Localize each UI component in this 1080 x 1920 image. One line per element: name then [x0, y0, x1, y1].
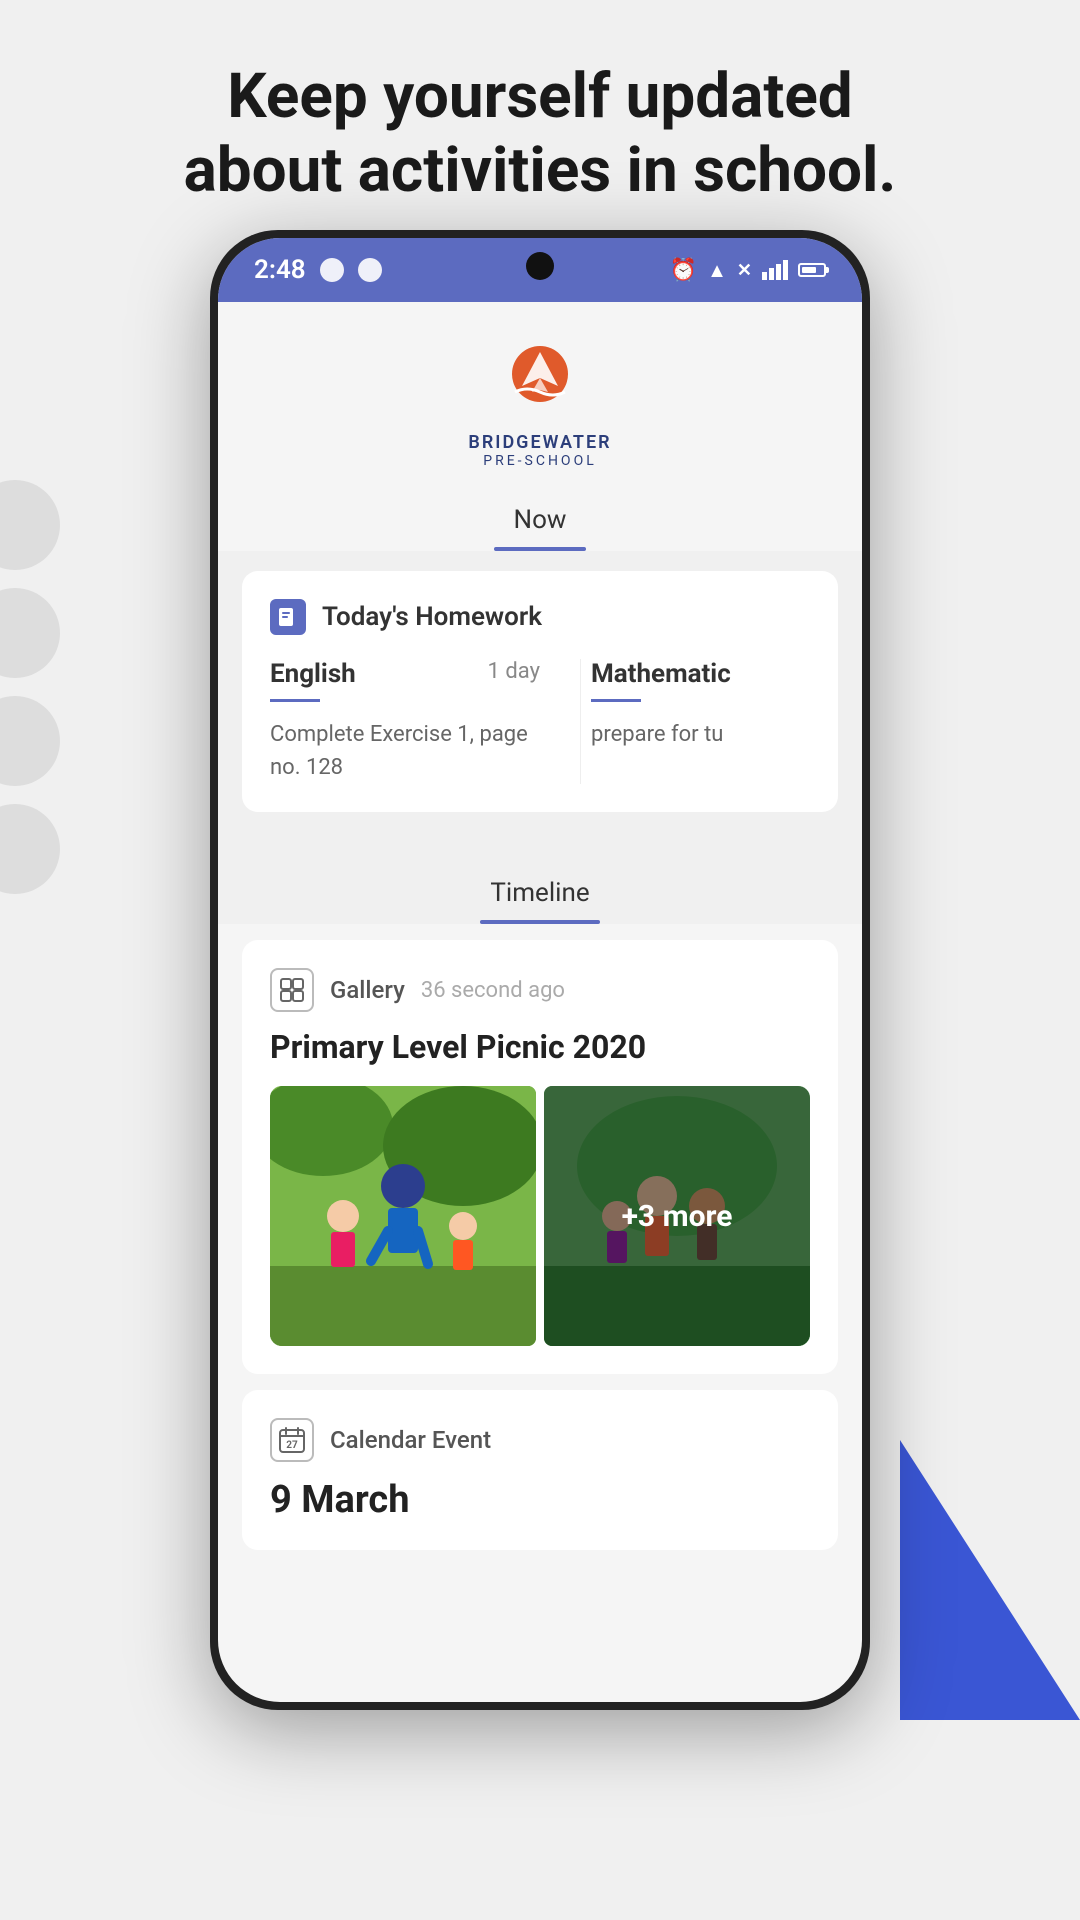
status-right-icons: ⏰ ▲ ✕ — [670, 258, 826, 283]
gallery-title: Primary Level Picnic 2020 — [270, 1028, 810, 1066]
circle-1 — [0, 480, 60, 570]
timeline-tab-bar: Timeline — [218, 832, 862, 924]
circle-4 — [0, 804, 60, 894]
gallery-icon — [270, 968, 314, 1012]
calendar-type: Calendar Event — [330, 1426, 491, 1454]
gallery-type: Gallery — [330, 976, 405, 1004]
photo-scene-1 — [270, 1086, 536, 1346]
circle-3 — [0, 696, 60, 786]
english-desc: Complete Exercise 1, page no. 128 — [270, 718, 540, 784]
headline-line1: Keep yourself updated — [227, 60, 852, 133]
photo-2[interactable]: +3 more — [544, 1086, 810, 1346]
tab-timeline-label: Timeline — [490, 878, 589, 908]
wifi-icon: ▲ — [707, 258, 727, 283]
math-name: Mathematic — [591, 659, 731, 689]
top-tab-bar: Now — [218, 489, 862, 551]
whatsapp-icon — [358, 258, 382, 282]
status-bar: 2:48 ⏰ ▲ ✕ — [218, 238, 862, 302]
headline-line2: about activities in school. — [184, 134, 897, 207]
svg-text:27: 27 — [286, 1440, 298, 1451]
homework-icon — [270, 599, 306, 635]
tab-now[interactable]: Now — [464, 489, 617, 551]
tab-timeline[interactable]: Timeline — [440, 862, 639, 924]
more-photos-count: +3 more — [622, 1199, 733, 1234]
app-header: BRIDGEWATER PRE-SCHOOL — [218, 302, 862, 489]
gallery-card: Gallery 36 second ago Primary Level Picn… — [242, 940, 838, 1374]
math-underline — [591, 699, 641, 702]
calendar-date: 9 March — [270, 1478, 810, 1522]
phone-frame: 2:48 ⏰ ▲ ✕ — [210, 230, 870, 1710]
circle-2 — [0, 588, 60, 678]
homework-title: Today's Homework — [322, 602, 542, 632]
subject-english: English 1 day Complete Exercise 1, page … — [270, 659, 570, 784]
decorative-circles — [0, 480, 60, 894]
maps-icon — [320, 258, 344, 282]
battery-icon — [798, 263, 826, 277]
status-left-icons: 2:48 — [254, 255, 382, 285]
school-logo: BRIDGEWATER PRE-SCHOOL — [468, 342, 611, 469]
decorative-triangle — [900, 1440, 1080, 1720]
wifi-x-icon: ✕ — [737, 260, 752, 281]
homework-card: Today's Homework English 1 day Complete … — [242, 571, 838, 812]
school-logo-image — [500, 342, 580, 422]
content-area: Today's Homework English 1 day Complete … — [218, 551, 862, 832]
tab-now-label: Now — [514, 505, 567, 535]
calendar-meta: 27 Calendar Event — [270, 1418, 810, 1462]
subject-separator — [580, 659, 581, 784]
more-photos-overlay: +3 more — [544, 1086, 810, 1346]
school-name: BRIDGEWATER — [468, 432, 611, 453]
photo-1[interactable] — [270, 1086, 536, 1346]
english-underline — [270, 699, 320, 702]
alarm-icon: ⏰ — [670, 258, 697, 283]
camera-notch — [526, 252, 554, 280]
school-subtitle: PRE-SCHOOL — [468, 453, 611, 469]
signal-icon — [762, 260, 788, 280]
english-due: 1 day — [488, 659, 540, 684]
card-header: Today's Homework — [270, 599, 810, 635]
english-header: English 1 day — [270, 659, 540, 689]
status-time: 2:48 — [254, 255, 306, 285]
gallery-time: 36 second ago — [421, 978, 565, 1003]
english-name: English — [270, 659, 356, 689]
phone-screen: 2:48 ⏰ ▲ ✕ — [218, 238, 862, 1702]
gallery-meta: Gallery 36 second ago — [270, 968, 810, 1012]
photo-grid: +3 more — [270, 1086, 810, 1346]
subjects-row: English 1 day Complete Exercise 1, page … — [270, 659, 810, 784]
math-header: Mathematic — [591, 659, 791, 689]
page-headline: Keep yourself updated about activities i… — [0, 60, 1080, 209]
subject-math: Mathematic prepare for tu — [591, 659, 791, 784]
calendar-icon: 27 — [270, 1418, 314, 1462]
math-desc: prepare for tu — [591, 718, 791, 751]
calendar-card: 27 Calendar Event 9 March — [242, 1390, 838, 1550]
